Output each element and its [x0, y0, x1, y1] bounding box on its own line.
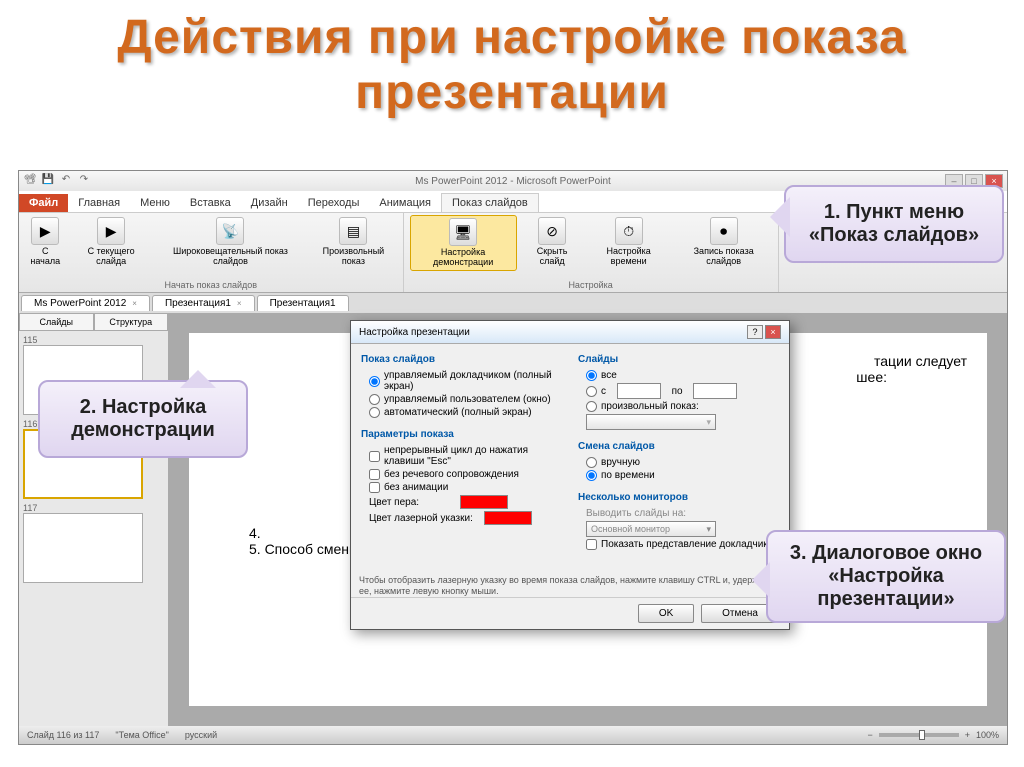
- zoom-percent: 100%: [976, 730, 999, 740]
- rehearse-timings-button[interactable]: ⏱Настройка времени: [588, 215, 670, 271]
- radio-custom-show[interactable]: произвольный показ:: [578, 400, 779, 413]
- pen-color-picker[interactable]: [460, 495, 508, 509]
- page-title: Действия при настройке показа презентаци…: [0, 0, 1024, 140]
- zoom-in-icon[interactable]: +: [965, 730, 970, 740]
- doctab-2[interactable]: Презентация1×: [152, 295, 255, 311]
- tab-transitions[interactable]: Переходы: [298, 194, 370, 212]
- dialog-close-button[interactable]: ×: [765, 325, 781, 339]
- thumb-117[interactable]: 117: [23, 503, 164, 583]
- tab-slideshow[interactable]: Показ слайдов: [441, 193, 539, 212]
- ribbon-group-setup: Настройка: [410, 280, 772, 290]
- radio-range-slides[interactable]: с по: [578, 382, 779, 400]
- setup-slideshow-button[interactable]: 🖥Настройка демонстрации: [410, 215, 517, 271]
- tab-insert[interactable]: Вставка: [180, 194, 241, 212]
- sidetab-outline[interactable]: Структура: [94, 313, 169, 331]
- dialog-titlebar: Настройка презентации ? ×: [351, 321, 789, 344]
- help-icon[interactable]: ?: [747, 325, 763, 339]
- from-current-button[interactable]: ▶С текущего слайда: [72, 215, 151, 269]
- close-icon[interactable]: ×: [237, 299, 242, 308]
- group-show-type: Показ слайдов: [361, 354, 562, 365]
- radio-by-time[interactable]: по времени: [578, 469, 779, 482]
- group-slides: Слайды: [578, 354, 779, 365]
- save-icon[interactable]: 💾: [41, 174, 55, 188]
- pen-color-label: Цвет пера:: [369, 497, 419, 508]
- tab-file[interactable]: Файл: [19, 194, 68, 212]
- doctab-3[interactable]: Презентация1: [257, 295, 349, 311]
- tab-animation[interactable]: Анимация: [369, 194, 441, 212]
- laser-color-picker[interactable]: [484, 511, 532, 525]
- tab-design[interactable]: Дизайн: [241, 194, 298, 212]
- close-icon[interactable]: ×: [132, 299, 137, 308]
- check-presenter-view[interactable]: Показать представление докладчика: [578, 538, 779, 551]
- from-beginning-button[interactable]: ▶С начала: [25, 215, 66, 269]
- slides-panel: Слайды Структура 115 116 117: [19, 313, 169, 726]
- group-advance: Смена слайдов: [578, 441, 779, 452]
- laser-color-label: Цвет лазерной указки:: [369, 513, 473, 524]
- callout-1: 1. Пункт меню «Показ слайдов»: [784, 185, 1004, 263]
- status-theme: "Тема Office": [115, 730, 168, 740]
- sidetab-slides[interactable]: Слайды: [19, 313, 94, 331]
- chevron-down-icon: ▾: [706, 524, 711, 535]
- chevron-down-icon: ▾: [706, 417, 711, 428]
- dialog-title-text: Настройка презентации: [359, 327, 470, 338]
- redo-icon[interactable]: ↷: [77, 174, 91, 188]
- callout-3: 3. Диалоговое окно «Настройка презентаци…: [766, 530, 1006, 623]
- ok-button[interactable]: OK: [638, 604, 694, 623]
- status-slide-count: Слайд 116 из 117: [27, 730, 99, 740]
- zoom-out-icon[interactable]: −: [867, 730, 872, 740]
- app-icon: 📽: [23, 174, 37, 188]
- radio-kiosk[interactable]: автоматический (полный экран): [361, 406, 562, 419]
- status-language: русский: [185, 730, 217, 740]
- radio-browsed-user[interactable]: управляемый пользователем (окно): [361, 393, 562, 406]
- callout-2: 2. Настройка демонстрации: [38, 380, 248, 458]
- quick-access-toolbar: 📽 💾 ↶ ↷: [23, 174, 91, 188]
- status-bar: Слайд 116 из 117 "Тема Office" русский −…: [19, 726, 1007, 744]
- group-monitors: Несколько мониторов: [578, 492, 779, 503]
- monitor-dropdown[interactable]: Основной монитор▾: [586, 521, 716, 537]
- setup-dialog: Настройка презентации ? × Показ слайдов …: [350, 320, 790, 630]
- hide-slide-button[interactable]: ⊘Скрыть слайд: [523, 215, 582, 271]
- to-spinner[interactable]: [693, 383, 737, 399]
- document-tabs: Ms PowerPoint 2012× Презентация1× Презен…: [19, 293, 1007, 313]
- check-no-animation[interactable]: без анимации: [361, 481, 562, 494]
- ribbon-group-start: Начать показ слайдов: [25, 280, 397, 290]
- undo-icon[interactable]: ↶: [59, 174, 73, 188]
- custom-show-dropdown[interactable]: ▾: [586, 414, 716, 430]
- from-spinner[interactable]: [617, 383, 661, 399]
- custom-show-button[interactable]: ▤Произвольный показ: [310, 215, 396, 269]
- radio-manual[interactable]: вручную: [578, 456, 779, 469]
- window-title-text: Ms PowerPoint 2012 - Microsoft PowerPoin…: [415, 176, 611, 187]
- laser-hint: Чтобы отобразить лазерную указку во врем…: [351, 571, 789, 597]
- radio-presenter[interactable]: управляемый докладчиком (полный экран): [361, 369, 562, 393]
- group-show-options: Параметры показа: [361, 429, 562, 440]
- check-loop-esc[interactable]: непрерывный цикл до нажатия клавиши "Esc…: [361, 444, 562, 468]
- radio-all-slides[interactable]: все: [578, 369, 779, 382]
- tab-home[interactable]: Главная: [68, 194, 130, 212]
- zoom-slider[interactable]: [879, 733, 959, 737]
- doctab-1[interactable]: Ms PowerPoint 2012×: [21, 295, 150, 311]
- tab-menu[interactable]: Меню: [130, 194, 180, 212]
- monitor-label: Выводить слайды на:: [586, 508, 686, 519]
- broadcast-button[interactable]: 📡Широковещательный показ слайдов: [157, 215, 305, 269]
- check-no-narration[interactable]: без речевого сопровождения: [361, 468, 562, 481]
